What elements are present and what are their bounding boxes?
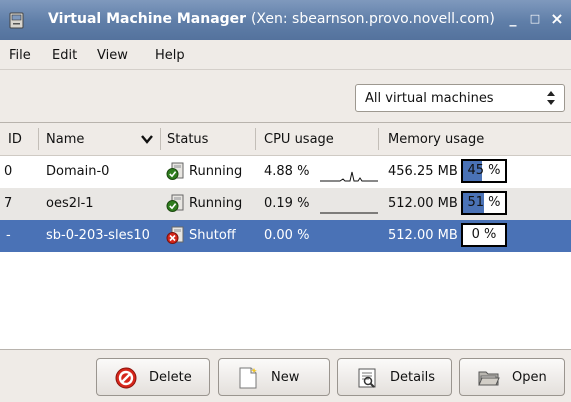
menu-view[interactable]: View — [97, 48, 128, 63]
title-bar: Virtual Machine Manager (Xen: sbearnson.… — [0, 0, 571, 40]
cell-name: Domain-0 — [46, 164, 110, 179]
cell-cpu: 0.19 % — [264, 196, 310, 211]
menu-help[interactable]: Help — [155, 48, 185, 63]
maximize-icon[interactable]: □ — [527, 11, 543, 27]
menu-file[interactable]: File — [9, 48, 31, 63]
column-header-id[interactable]: ID — [8, 132, 22, 147]
details-button-label: Details — [390, 370, 436, 385]
cell-status: Shutoff — [189, 228, 236, 243]
cell-name: oes2l-1 — [46, 196, 94, 211]
table-row[interactable]: 7 oes2l-1 Running 0.19 % 512.00 MB 51 % — [0, 188, 571, 220]
column-separator — [378, 128, 379, 150]
column-header-memory[interactable]: Memory usage — [388, 132, 484, 147]
memory-percent: 45 % — [467, 163, 501, 178]
action-bar: Delete New Details Open — [0, 349, 571, 402]
filter-bar: All virtual machines — [0, 69, 571, 120]
open-folder-icon — [478, 371, 500, 386]
details-icon — [358, 368, 376, 388]
sort-descending-icon[interactable] — [141, 133, 153, 145]
cell-memory: 456.25 MB — [388, 164, 458, 179]
column-header-name[interactable]: Name — [46, 132, 84, 147]
delete-button[interactable]: Delete — [96, 358, 210, 396]
cell-memory: 512.00 MB — [388, 228, 458, 243]
window-title: Virtual Machine Manager (Xen: sbearnson.… — [48, 11, 495, 27]
column-separator — [38, 128, 39, 150]
cell-status: Running — [189, 196, 243, 211]
cell-memory: 512.00 MB — [388, 196, 458, 211]
memory-percent: 0 % — [471, 227, 497, 242]
column-separator — [160, 128, 161, 150]
window-title-app: Virtual Machine Manager — [48, 11, 247, 27]
cpu-sparkline — [320, 171, 378, 182]
minimize-icon[interactable]: _ — [505, 11, 521, 27]
vm-table[interactable]: ID Name Status CPU usage Memory usage 0 … — [0, 122, 571, 350]
delete-icon — [115, 367, 137, 389]
cell-id: - — [6, 228, 11, 243]
cell-status: Running — [189, 164, 243, 179]
menu-edit[interactable]: Edit — [52, 48, 77, 63]
shutoff-icon — [166, 226, 184, 244]
new-button[interactable]: New — [218, 358, 330, 396]
menu-view-label: View — [97, 48, 128, 63]
menu-file-label: File — [9, 48, 31, 63]
cpu-sparkline — [320, 212, 378, 214]
memory-usage-bar: 51 % — [461, 191, 507, 215]
computer-icon — [9, 12, 24, 29]
close-icon[interactable]: × — [549, 11, 565, 27]
column-separator — [255, 128, 256, 150]
column-header-cpu[interactable]: CPU usage — [264, 132, 334, 147]
delete-button-label: Delete — [149, 370, 192, 385]
cell-name: sb-0-203-sles10 — [46, 228, 150, 243]
open-button[interactable]: Open — [459, 358, 565, 396]
open-button-label: Open — [512, 370, 547, 385]
running-icon — [166, 194, 184, 212]
window-title-host: (Xen: sbearnson.provo.novell.com) — [250, 11, 495, 27]
vm-filter-select[interactable]: All virtual machines — [355, 84, 565, 112]
cell-id: 7 — [4, 196, 13, 211]
memory-usage-bar: 45 % — [461, 159, 507, 183]
column-header-status[interactable]: Status — [167, 132, 208, 147]
table-header: ID Name Status CPU usage Memory usage — [0, 123, 571, 156]
cell-cpu: 0.00 % — [264, 228, 310, 243]
table-row[interactable]: 0 Domain-0 Running 4.88 % 456.25 MB 45 % — [0, 156, 571, 188]
vm-filter-value: All virtual machines — [365, 91, 494, 106]
table-row-selected[interactable]: - sb-0-203-sles10 Shutoff 0.00 % 512.00 … — [0, 220, 571, 252]
memory-usage-bar: 0 % — [461, 223, 507, 247]
spin-arrows-icon — [547, 91, 555, 105]
new-document-icon — [239, 367, 257, 389]
cell-cpu: 4.88 % — [264, 164, 310, 179]
new-button-label: New — [271, 370, 300, 385]
cell-id: 0 — [4, 164, 13, 179]
menu-edit-label: Edit — [52, 48, 78, 63]
memory-percent: 51 % — [467, 195, 501, 210]
menu-bar: File Edit View Help — [0, 40, 571, 68]
details-button[interactable]: Details — [337, 358, 452, 396]
menu-help-label: Help — [155, 48, 185, 63]
running-icon — [166, 162, 184, 180]
